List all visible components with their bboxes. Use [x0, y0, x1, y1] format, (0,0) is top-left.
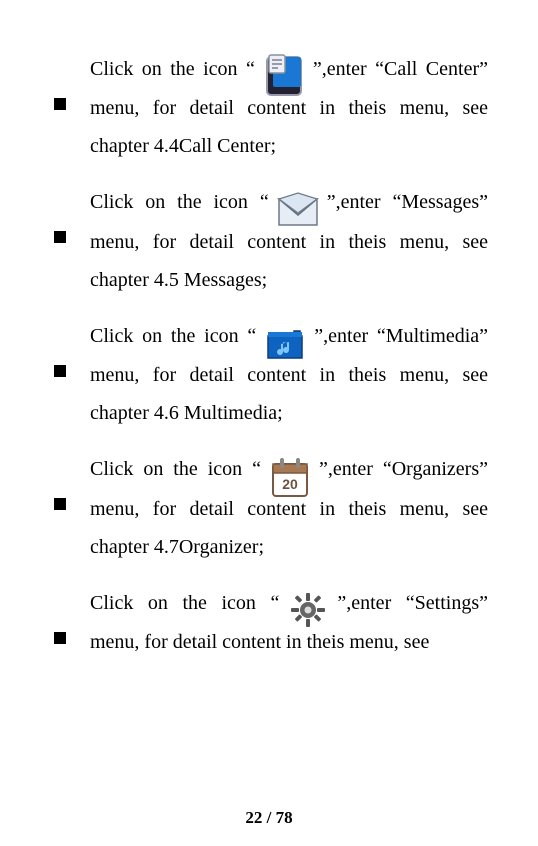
bullet-square: [54, 231, 66, 243]
svg-text:20: 20: [282, 476, 298, 492]
item-text: Click on the icon “ ”,enter “Multimedia”…: [90, 317, 488, 432]
text-pre: Click on the icon “: [90, 58, 255, 80]
messages-icon: [273, 185, 323, 235]
list-item: Click on the icon “ 20 ”,enter “Organize…: [50, 450, 488, 565]
multimedia-icon: [260, 318, 310, 368]
list-item: Click on the icon “ ”,enter “Call Center…: [50, 50, 488, 165]
document-list: Click on the icon “ ”,enter “Call Center…: [50, 50, 488, 661]
text-pre: Click on the icon “: [90, 325, 256, 347]
list-item: Click on the icon “ ”,enter “Messages” m…: [50, 183, 488, 298]
bullet-square: [54, 365, 66, 377]
item-text: Click on the icon “ ”,en: [90, 584, 488, 661]
text-pre: Click on the icon “: [90, 191, 269, 213]
item-text: Click on the icon “ 20 ”,enter “Organize…: [90, 450, 488, 565]
item-text: Click on the icon “ ”,enter “Call Center…: [90, 50, 488, 165]
list-item: Click on the icon “ ”,enter “Multimedia”…: [50, 317, 488, 432]
text-pre: Click on the icon “: [90, 458, 261, 480]
bullet-square: [54, 98, 66, 110]
text-pre: Click on the icon “: [90, 592, 279, 614]
bullet-square: [54, 632, 66, 644]
list-item: Click on the icon “ ”,en: [50, 584, 488, 661]
call-center-icon: [259, 51, 309, 101]
settings-icon: [283, 585, 333, 635]
organizers-icon: 20: [265, 452, 315, 502]
bullet-square: [54, 498, 66, 510]
page-number: 22 / 78: [0, 802, 538, 834]
item-text: Click on the icon “ ”,enter “Messages” m…: [90, 183, 488, 298]
